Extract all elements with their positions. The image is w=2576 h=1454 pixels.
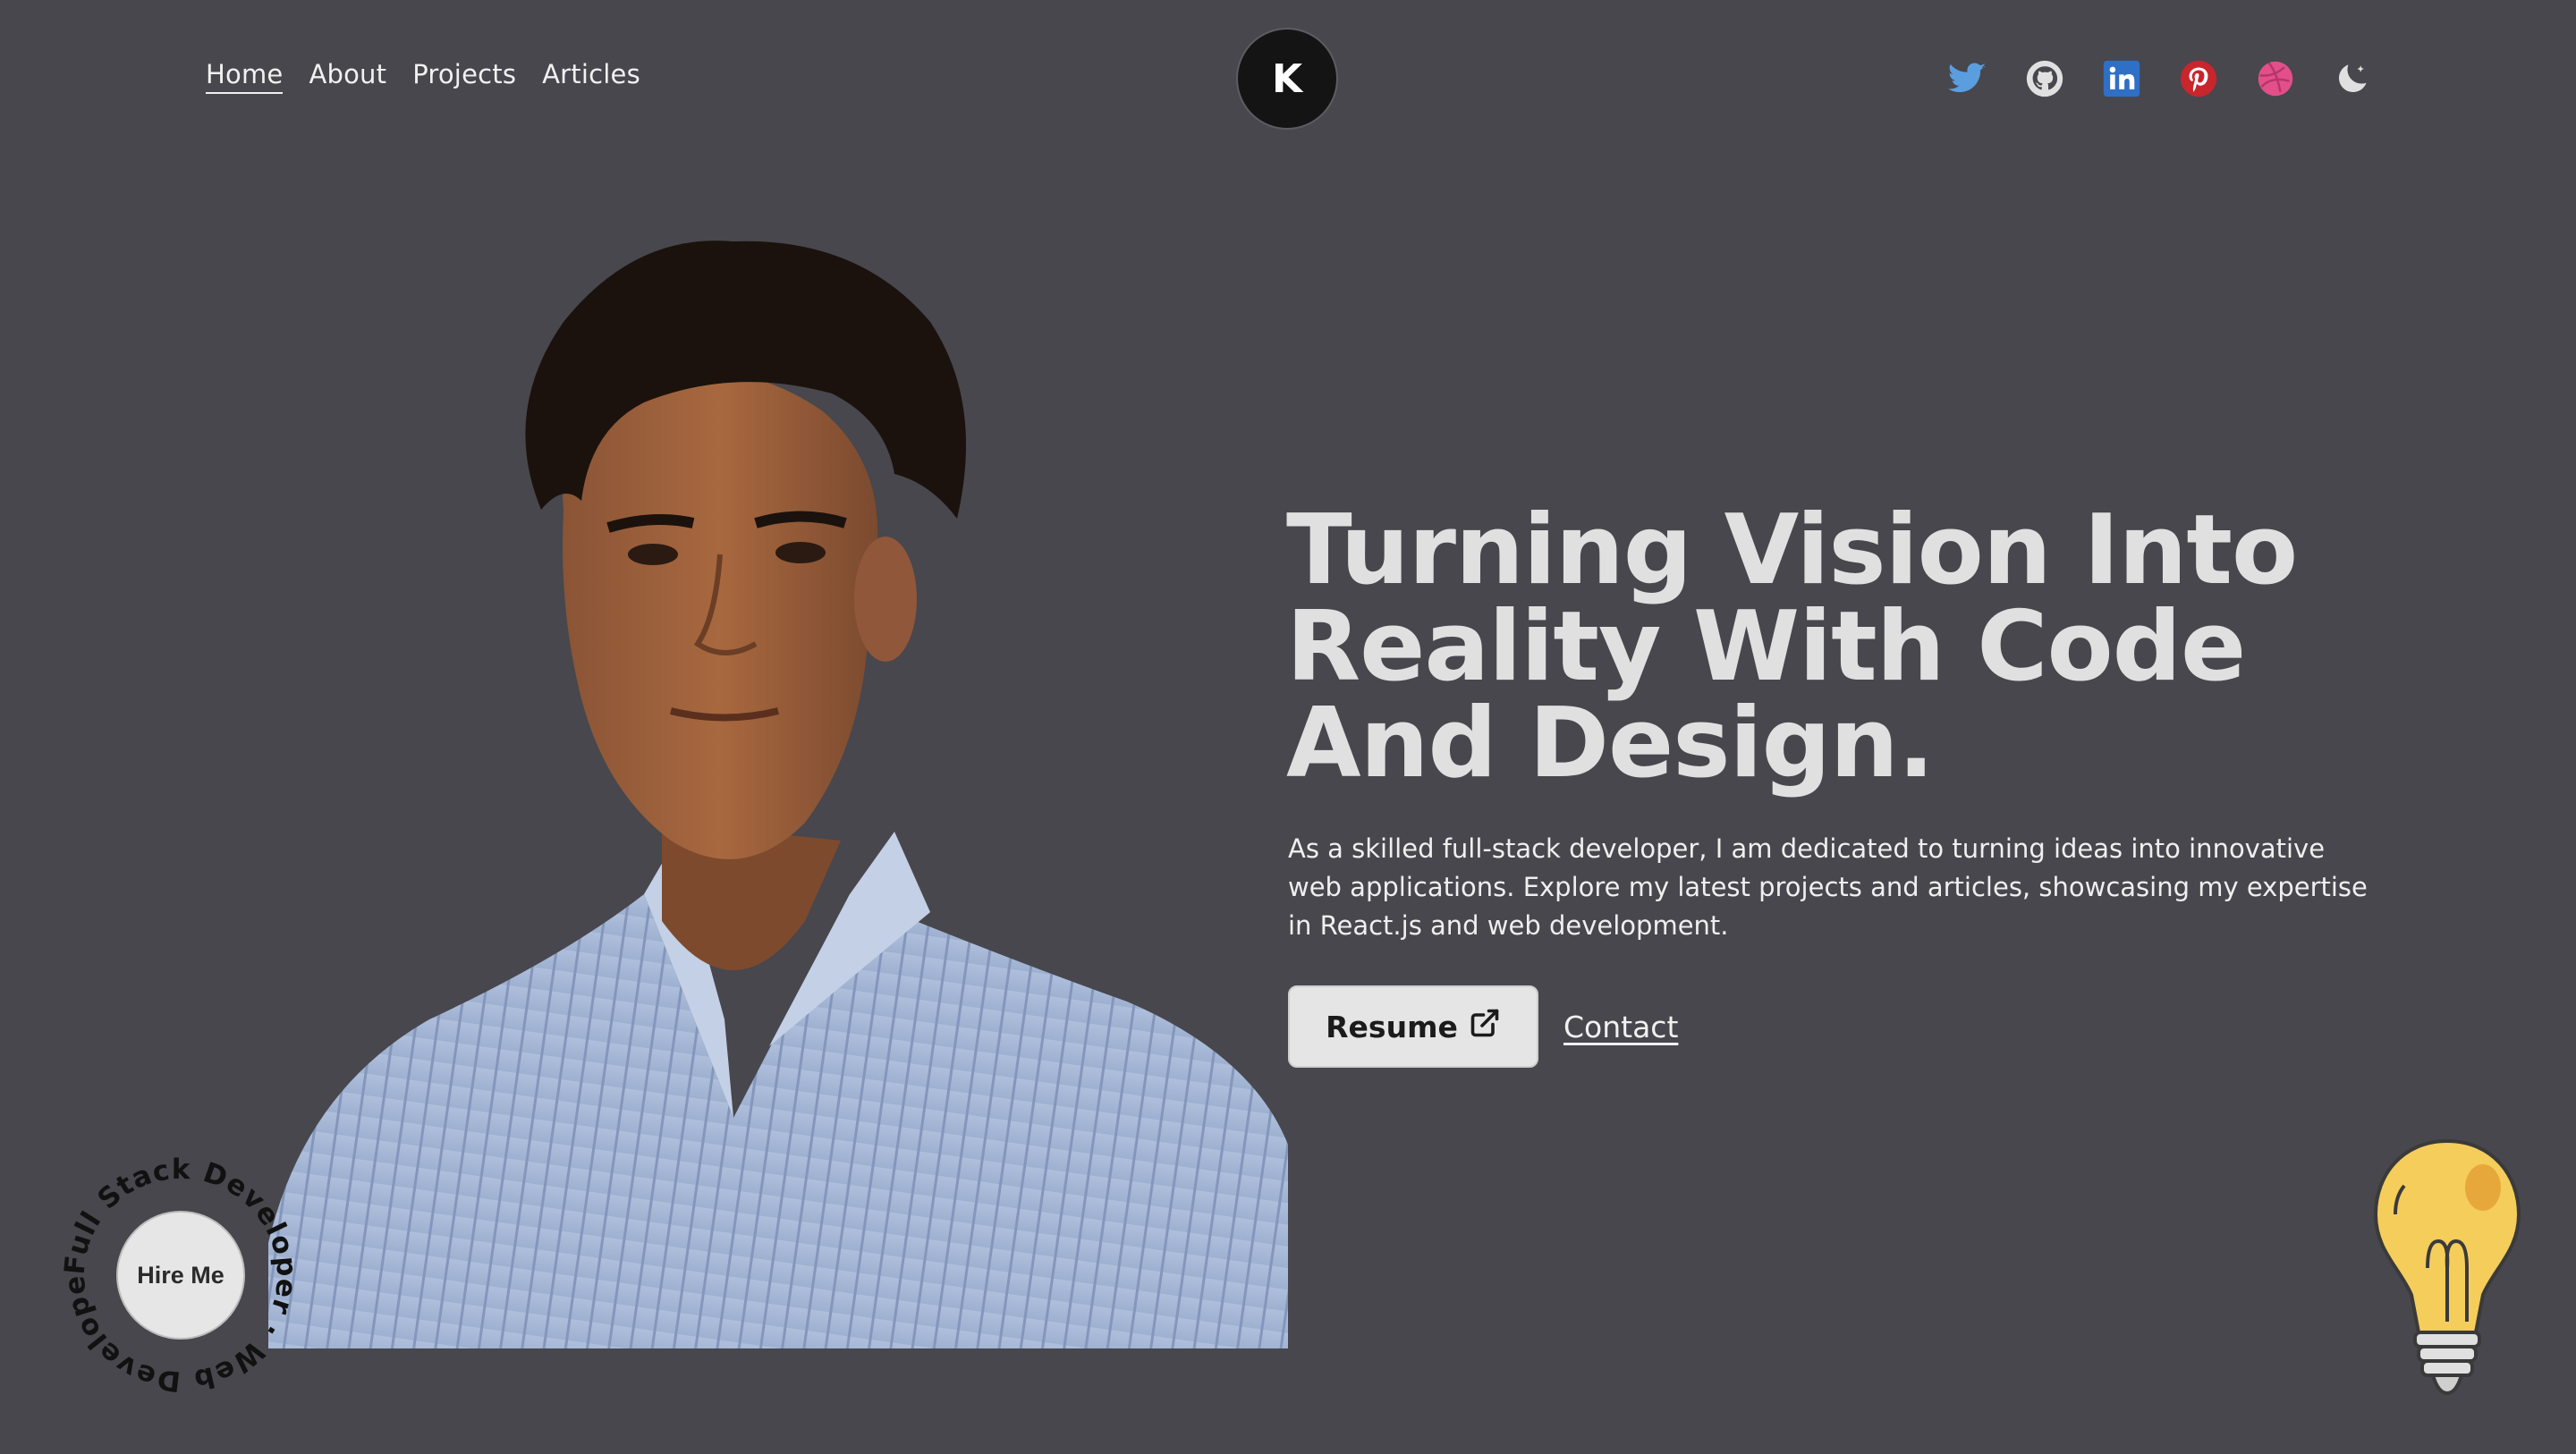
- main-nav: Home About Projects Articles: [206, 59, 640, 94]
- profile-portrait: [268, 215, 1288, 1348]
- moon-icon[interactable]: [2333, 59, 2372, 98]
- twitter-icon[interactable]: [1948, 59, 1987, 98]
- hero-actions: Resume Contact: [1288, 985, 1678, 1068]
- nav-link-articles[interactable]: Articles: [542, 59, 640, 89]
- nav-link-home[interactable]: Home: [206, 59, 284, 94]
- page: Home About Projects Articles K Turning V…: [0, 0, 2576, 1454]
- social-links: [1948, 59, 2372, 98]
- hero-description: As a skilled full-stack developer, I am …: [1288, 833, 2368, 941]
- hero-title-line: Turning Vision Into: [1286, 495, 2298, 606]
- site-logo[interactable]: K: [1236, 28, 1338, 130]
- nav-link-projects[interactable]: Projects: [412, 59, 516, 89]
- contact-link[interactable]: Contact: [1563, 1010, 1678, 1044]
- hire-me-widget: Full Stack Developer · Web Developer · H…: [55, 1150, 306, 1400]
- resume-button-label: Resume: [1326, 1009, 1458, 1044]
- nav-link-about[interactable]: About: [309, 59, 386, 89]
- external-link-icon: [1469, 1007, 1501, 1046]
- github-icon[interactable]: [2025, 59, 2064, 98]
- lightbulb-icon: [2373, 1138, 2521, 1396]
- hire-me-button[interactable]: Hire Me: [116, 1211, 245, 1340]
- hero-title-line: Reality With Code: [1286, 591, 2246, 703]
- dribbble-icon[interactable]: [2256, 59, 2295, 98]
- hero-title-line: And Design.: [1286, 688, 1935, 799]
- resume-button[interactable]: Resume: [1288, 985, 1538, 1068]
- hero-title: Turning Vision Into Reality With Code An…: [1286, 503, 2449, 792]
- linkedin-icon[interactable]: [2102, 59, 2141, 98]
- pinterest-icon[interactable]: [2179, 59, 2218, 98]
